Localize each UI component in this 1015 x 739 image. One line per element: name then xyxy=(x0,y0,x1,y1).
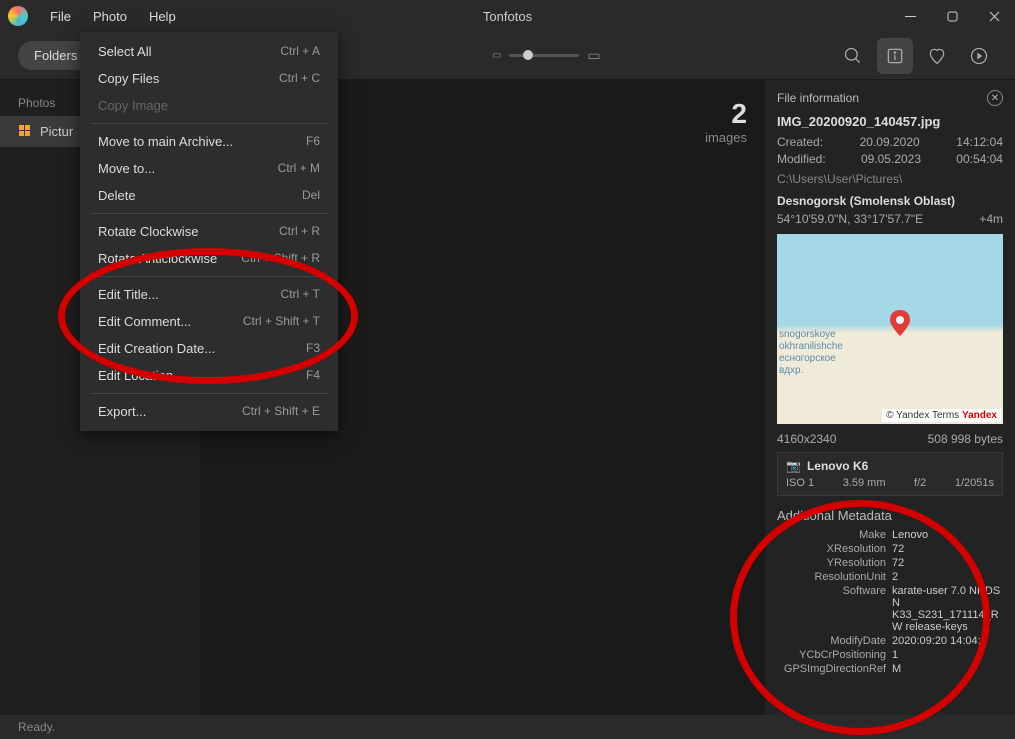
additional-metadata-title: Additional Metadata xyxy=(777,508,1003,523)
favorite-button[interactable] xyxy=(919,38,955,74)
file-path: C:\Users\User\Pictures\ xyxy=(777,172,1003,186)
context-menu-item[interactable]: Edit Creation Date...F3 xyxy=(80,335,338,362)
context-menu-item[interactable]: Export...Ctrl + Shift + E xyxy=(80,398,338,425)
context-menu-item[interactable]: Edit Comment...Ctrl + Shift + T xyxy=(80,308,338,335)
image-count: 2 images xyxy=(705,98,747,145)
context-menu-item[interactable]: Edit Title...Ctrl + T xyxy=(80,281,338,308)
context-menu-item[interactable]: Select AllCtrl + A xyxy=(80,38,338,65)
statusbar: Ready. xyxy=(0,715,1015,739)
search-button[interactable] xyxy=(835,38,871,74)
info-button[interactable] xyxy=(877,38,913,74)
sidebar-item-label: Pictur xyxy=(40,124,73,139)
metadata-list: MakeLenovo XResolution72 YResolution72 Reso… xyxy=(777,529,1003,675)
maximize-button[interactable] xyxy=(931,0,973,32)
app-icon xyxy=(8,6,28,26)
metadata-row: GPSImgDirectionRefM xyxy=(777,663,1003,675)
large-thumb-icon: ▭ xyxy=(587,47,600,64)
map-marker-icon xyxy=(890,310,910,336)
thumbnail-size-slider[interactable]: ▭ ▭ xyxy=(492,47,601,64)
context-menu-item[interactable]: Edit Location...F4 xyxy=(80,362,338,389)
camera-info: 📷Lenovo K6 ISO 13.59 mmf/21/2051s xyxy=(777,452,1003,496)
menu-help[interactable]: Help xyxy=(139,5,186,28)
titlebar: File Photo Help Tonfotos xyxy=(0,0,1015,32)
minimize-button[interactable] xyxy=(889,0,931,32)
window-title: Tonfotos xyxy=(483,9,532,24)
metadata-row: ResolutionUnit2 xyxy=(777,571,1003,583)
context-menu-item[interactable]: Move to...Ctrl + M xyxy=(80,155,338,182)
metadata-row: Softwarekarate-user 7.0 NRDS N K33_S231_… xyxy=(777,585,1003,633)
menu-photo[interactable]: Photo xyxy=(83,5,137,28)
grid-icon xyxy=(18,125,32,139)
close-panel-button[interactable]: ✕ xyxy=(987,90,1003,106)
slider-handle[interactable] xyxy=(523,50,533,60)
status-text: Ready. xyxy=(18,720,55,734)
menu-bar: File Photo Help xyxy=(40,5,186,28)
location-name: Desnogorsk (Smolensk Oblast) xyxy=(777,194,1003,208)
map-preview[interactable]: snogorskoye okhranilishche есногорское в… xyxy=(777,234,1003,424)
panel-title: File information xyxy=(777,91,859,105)
context-menu-item[interactable]: Rotate ClockwiseCtrl + R xyxy=(80,218,338,245)
context-menu-item[interactable]: Copy FilesCtrl + C xyxy=(80,65,338,92)
window-controls xyxy=(889,0,1015,32)
filename: IMG_20200920_140457.jpg xyxy=(777,114,1003,129)
metadata-row: ModifyDate2020:09:20 14:04: xyxy=(777,635,1003,647)
camera-icon: 📷 xyxy=(786,459,801,473)
close-button[interactable] xyxy=(973,0,1015,32)
play-button[interactable] xyxy=(961,38,997,74)
photo-context-menu: Select AllCtrl + ACopy FilesCtrl + CCopy… xyxy=(80,32,338,431)
context-menu-item[interactable]: Rotate AnticlockwiseCtrl + Shift + R xyxy=(80,245,338,272)
context-menu-item[interactable]: Move to main Archive...F6 xyxy=(80,128,338,155)
metadata-row: YResolution72 xyxy=(777,557,1003,569)
metadata-row: YCbCrPositioning1 xyxy=(777,649,1003,661)
metadata-row: MakeLenovo xyxy=(777,529,1003,541)
context-menu-item: Copy Image xyxy=(80,92,338,119)
slider-track[interactable] xyxy=(509,54,579,57)
info-panel: File information ✕ IMG_20200920_140457.j… xyxy=(765,80,1015,715)
small-thumb-icon: ▭ xyxy=(492,50,501,61)
context-menu-item[interactable]: DeleteDel xyxy=(80,182,338,209)
menu-file[interactable]: File xyxy=(40,5,81,28)
metadata-row: XResolution72 xyxy=(777,543,1003,555)
